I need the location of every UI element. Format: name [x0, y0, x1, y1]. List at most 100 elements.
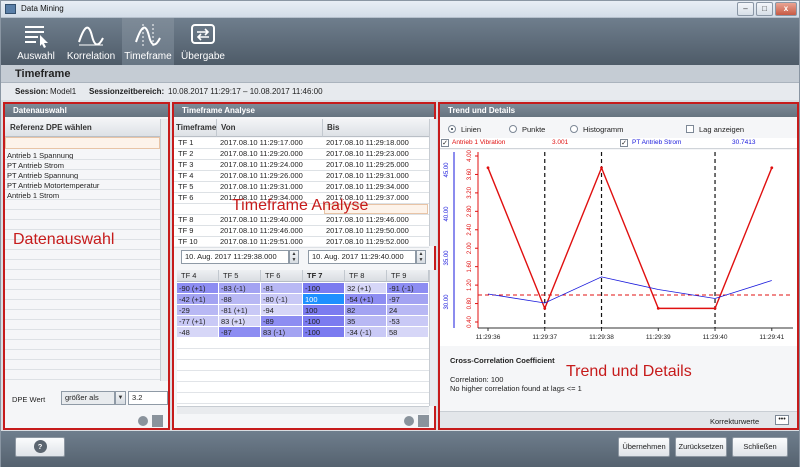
filter-value-input[interactable]: 3.2	[128, 391, 168, 405]
table-row[interactable]: TF 10 2017.08.10 11:29:51.000 2017.08.10 1…	[174, 237, 429, 248]
grid-cell[interactable]: -34 (-1)	[345, 327, 387, 338]
from-spinner[interactable]: ▲ ▼	[289, 250, 299, 264]
minimize-button[interactable]: –	[737, 2, 754, 16]
grid-cell[interactable]: -29	[177, 305, 219, 316]
close-window-button[interactable]: x	[775, 2, 797, 16]
grid-hscrollbar[interactable]	[177, 406, 429, 414]
help-button[interactable]: ?	[15, 437, 65, 457]
close-button[interactable]: Schließen	[732, 437, 788, 457]
trend-chart[interactable]: 4.00 3.60 3.20 2.80 2.40 2.00 1.60 1.20 0.80 0.40…	[440, 150, 797, 346]
list-item[interactable]	[5, 281, 160, 290]
grid-cell[interactable]: -91 (-1)	[387, 283, 429, 294]
grid-column-header[interactable]: TF 6	[261, 270, 303, 282]
reset-button[interactable]: Zurücksetzen	[675, 437, 727, 457]
grid-cell[interactable]: 83 (-1)	[261, 327, 303, 338]
list-item[interactable]: PT Antrieb Spannung	[5, 171, 160, 180]
export-icon-2[interactable]	[418, 415, 429, 427]
grid-cell[interactable]: -77 (+1)	[177, 316, 219, 327]
filter-operator-select[interactable]: größer als	[61, 391, 115, 405]
grid-cell[interactable]: 100	[303, 305, 345, 316]
list-item[interactable]: PT Antrieb Strom	[5, 161, 160, 170]
chevron-down-icon[interactable]: ▼	[115, 391, 126, 405]
grid-cell[interactable]: -54 (+1)	[345, 294, 387, 305]
grid-column-header[interactable]: TF 4	[177, 270, 219, 282]
grid-cell[interactable]: -83 (-1)	[219, 283, 261, 294]
dpe-column-header[interactable]: Referenz DPE wählen	[5, 119, 160, 137]
grid-cell[interactable]: 35	[345, 316, 387, 327]
grid-cell[interactable]: -97	[387, 294, 429, 305]
dpe-scrollbar[interactable]	[160, 119, 168, 381]
list-item[interactable]	[5, 351, 160, 360]
grid-cell[interactable]: 58	[387, 327, 429, 338]
list-item[interactable]: Antrieb 1 Strom	[5, 191, 160, 200]
grid-cell[interactable]: -90 (+1)	[177, 283, 219, 294]
table-row[interactable]: TF 5 2017.08.10 11:29:31.000 2017.08.10 11…	[174, 182, 429, 193]
list-item[interactable]	[5, 321, 160, 330]
toolbar-timeframe[interactable]: Timeframe	[122, 18, 174, 65]
table-row[interactable]: TF 9 2017.08.10 11:29:46.000 2017.08.10 11…	[174, 226, 429, 237]
grid-cell[interactable]: 24	[387, 305, 429, 316]
grid-cell[interactable]: -89	[261, 316, 303, 327]
list-item[interactable]	[5, 301, 160, 310]
lag-checkbox[interactable]	[686, 125, 694, 133]
list-item[interactable]	[5, 221, 160, 230]
list-item[interactable]: PT Antrieb Motortemperatur	[5, 181, 160, 190]
list-item[interactable]	[5, 201, 160, 210]
table-row[interactable]: TF 2 2017.08.10 11:29:20.000 2017.08.10 11…	[174, 149, 429, 160]
grid-cell[interactable]: -94	[261, 305, 303, 316]
radio-linien[interactable]	[448, 125, 456, 133]
tf-col-timeframe[interactable]: Timeframe	[174, 119, 216, 137]
grid-column-header[interactable]: TF 9	[387, 270, 429, 282]
grid-cell[interactable]: 83 (+1)	[219, 316, 261, 327]
grid-column-header[interactable]: TF 8	[345, 270, 387, 282]
grid-cell[interactable]: -87	[219, 327, 261, 338]
grid-cell[interactable]: -100	[303, 316, 345, 327]
list-item[interactable]	[5, 211, 160, 220]
grid-cell[interactable]: -42 (+1)	[177, 294, 219, 305]
list-item[interactable]	[5, 371, 160, 380]
export-icon[interactable]	[152, 415, 163, 427]
grid-cell[interactable]: -81 (+1)	[219, 305, 261, 316]
list-item[interactable]	[5, 261, 160, 270]
tf-col-von[interactable]: Von	[216, 119, 322, 137]
list-item[interactable]	[5, 271, 160, 280]
grid-column-header[interactable]: TF 5	[219, 270, 261, 282]
to-datetime-input[interactable]: 10. Aug. 2017 11:29:40.000	[308, 250, 416, 264]
toolbar-auswahl[interactable]: Auswahl	[13, 18, 59, 65]
grid-cell[interactable]: -100	[303, 327, 345, 338]
list-item[interactable]	[5, 331, 160, 340]
grid-cell[interactable]: 100	[303, 294, 345, 305]
help-small-icon-2[interactable]	[404, 416, 414, 426]
from-datetime-input[interactable]: 10. Aug. 2017 11:29:38.000	[181, 250, 289, 264]
radio-punkte[interactable]	[509, 125, 517, 133]
grid-cell[interactable]: -48	[177, 327, 219, 338]
table-row[interactable]: TF 3 2017.08.10 11:29:24.000 2017.08.10 11…	[174, 160, 429, 171]
selection-row[interactable]	[5, 137, 160, 149]
list-item[interactable]: Antrieb 1 Spannung	[5, 151, 160, 160]
grid-cell[interactable]: -53	[387, 316, 429, 327]
grid-scrollbar[interactable]	[429, 270, 437, 406]
grid-cell[interactable]: -81	[261, 283, 303, 294]
list-item[interactable]	[5, 251, 160, 260]
list-item[interactable]	[5, 361, 160, 370]
tf-col-bis[interactable]: Bis	[322, 119, 429, 137]
grid-cell[interactable]: 82	[345, 305, 387, 316]
list-item[interactable]	[5, 341, 160, 350]
table-row[interactable]: TF 4 2017.08.10 11:29:26.000 2017.08.10 11…	[174, 171, 429, 182]
series-1-checkbox[interactable]: ✓	[441, 139, 449, 147]
maximize-button[interactable]: □	[756, 2, 773, 16]
list-item[interactable]	[5, 311, 160, 320]
table-row[interactable]: TF 1 2017.08.10 11:29:17.000 2017.08.10 11…	[174, 138, 429, 149]
accept-button[interactable]: Übernehmen	[618, 437, 670, 457]
grid-cell[interactable]: 32 (+1)	[345, 283, 387, 294]
list-item[interactable]	[5, 291, 160, 300]
radio-histogramm[interactable]	[570, 125, 578, 133]
toolbar-uebergabe[interactable]: Übergabe	[178, 18, 228, 65]
table-row[interactable]: TF 8 2017.08.10 11:29:40.000 2017.08.10 11…	[174, 215, 429, 226]
grid-cell[interactable]: -80 (-1)	[261, 294, 303, 305]
tf-scrollbar[interactable]	[429, 119, 437, 246]
to-spinner[interactable]: ▲ ▼	[416, 250, 426, 264]
grid-cell[interactable]: -100	[303, 283, 345, 294]
help-small-icon[interactable]	[138, 416, 148, 426]
grid-cell[interactable]: -88	[219, 294, 261, 305]
